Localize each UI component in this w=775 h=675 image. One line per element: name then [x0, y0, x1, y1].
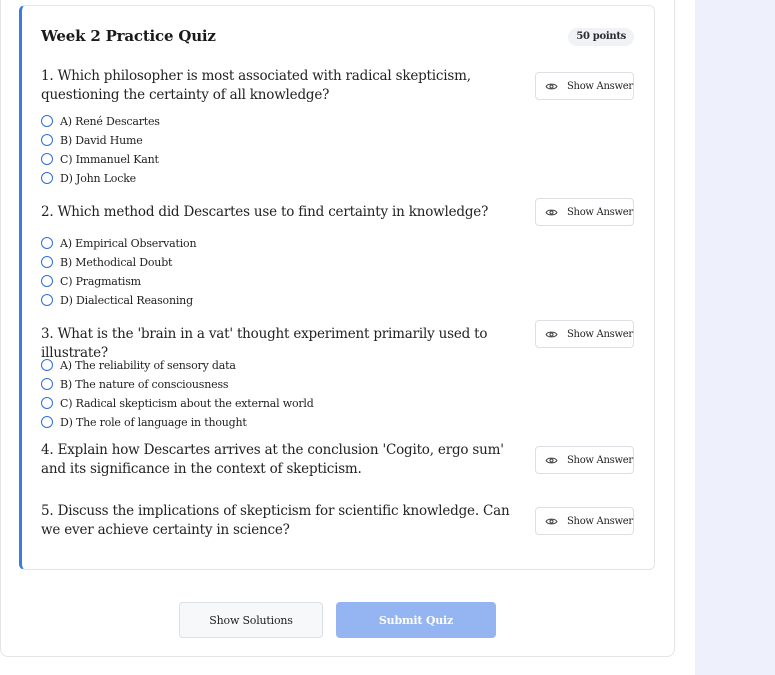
q1-option-d[interactable]: D) John Locke [41, 170, 136, 186]
eye-icon [545, 331, 558, 337]
q2-option-a[interactable]: A) Empirical Observation [41, 235, 197, 251]
q2-option-c[interactable]: C) Pragmatism [41, 273, 141, 289]
show-answer-button-q3[interactable]: Show Answer [535, 320, 634, 348]
option-label: D) The role of language in thought [60, 415, 247, 429]
radio-icon[interactable] [41, 134, 53, 146]
show-answer-button-q5[interactable]: Show Answer [535, 507, 634, 535]
option-label: D) John Locke [60, 171, 136, 185]
q2-option-d[interactable]: D) Dialectical Reasoning [41, 292, 193, 308]
radio-icon[interactable] [41, 256, 53, 268]
option-label: A) René Descartes [60, 114, 160, 128]
radio-icon[interactable] [41, 294, 53, 306]
quiz-title: Week 2 Practice Quiz [41, 27, 216, 45]
option-label: C) Pragmatism [60, 274, 141, 288]
q1-option-b[interactable]: B) David Hume [41, 132, 143, 148]
question-2-text: 2. Which method did Descartes use to fin… [41, 204, 489, 220]
option-label: B) Methodical Doubt [60, 255, 173, 269]
show-answer-label: Show Answer [567, 328, 633, 340]
radio-icon[interactable] [41, 416, 53, 428]
q3-option-a[interactable]: A) The reliability of sensory data [41, 357, 236, 373]
q3-option-b[interactable]: B) The nature of consciousness [41, 376, 229, 392]
question-5-text: 5. Discuss the implications of skepticis… [41, 503, 510, 538]
show-answer-label: Show Answer [567, 454, 633, 466]
radio-icon[interactable] [41, 237, 53, 249]
eye-icon [545, 457, 558, 463]
radio-icon[interactable] [41, 172, 53, 184]
option-label: A) The reliability of sensory data [60, 358, 236, 372]
show-answer-label: Show Answer [567, 515, 633, 527]
radio-icon[interactable] [41, 397, 53, 409]
option-label: D) Dialectical Reasoning [60, 293, 193, 307]
radio-icon[interactable] [41, 378, 53, 390]
q2-option-b[interactable]: B) Methodical Doubt [41, 254, 172, 270]
radio-icon[interactable] [41, 153, 53, 165]
show-solutions-button[interactable]: Show Solutions [179, 602, 323, 638]
q3-option-c[interactable]: C) Radical skepticism about the external… [41, 395, 314, 411]
quiz-card: Week 2 Practice Quiz 50 points 1. Which … [19, 5, 655, 570]
points-badge: 50 points [568, 28, 634, 46]
show-answer-label: Show Answer [567, 206, 633, 218]
option-label: C) Radical skepticism about the external… [60, 396, 314, 410]
side-panel [695, 0, 775, 675]
option-label: A) Empirical Observation [60, 236, 197, 250]
q1-option-a[interactable]: A) René Descartes [41, 113, 160, 129]
radio-icon[interactable] [41, 359, 53, 371]
radio-icon[interactable] [41, 115, 53, 127]
eye-icon [545, 518, 558, 524]
question-4-text: 4. Explain how Descartes arrives at the … [41, 442, 504, 477]
q1-option-c[interactable]: C) Immanuel Kant [41, 151, 159, 167]
eye-icon [545, 83, 558, 89]
show-answer-label: Show Answer [567, 80, 633, 92]
show-answer-button-q4[interactable]: Show Answer [535, 446, 634, 474]
show-answer-button-q2[interactable]: Show Answer [535, 198, 634, 226]
option-label: B) David Hume [60, 133, 143, 147]
q3-option-d[interactable]: D) The role of language in thought [41, 414, 247, 430]
option-label: C) Immanuel Kant [60, 152, 159, 166]
eye-icon [545, 209, 558, 215]
show-answer-button-q1[interactable]: Show Answer [535, 72, 634, 100]
option-label: B) The nature of consciousness [60, 377, 229, 391]
submit-quiz-button[interactable]: Submit Quiz [336, 602, 496, 638]
radio-icon[interactable] [41, 275, 53, 287]
question-1-text: 1. Which philosopher is most associated … [41, 68, 471, 103]
